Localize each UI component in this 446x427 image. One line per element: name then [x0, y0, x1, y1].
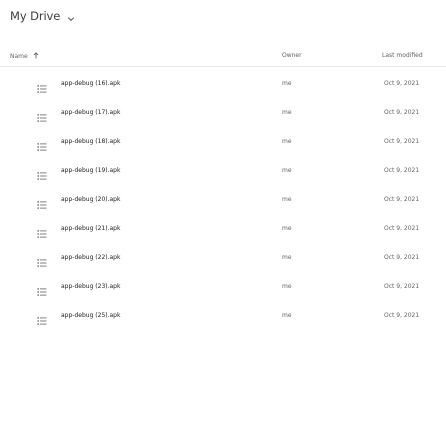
header-divider	[0, 66, 446, 67]
file-name: app-debug (21).apk	[61, 225, 121, 232]
file-list-icon	[37, 108, 47, 122]
file-last-modified: Oct 9, 2021	[384, 80, 420, 87]
file-last-modified: Oct 9, 2021	[384, 283, 420, 290]
file-row[interactable]: app-debug (20).apk me Oct 9, 2021	[0, 191, 446, 220]
file-name: app-debug (19).apk	[61, 167, 121, 174]
file-owner: me	[282, 283, 292, 290]
file-last-modified: Oct 9, 2021	[384, 225, 420, 232]
owner-column-header[interactable]: Owner	[282, 52, 302, 59]
chevron-down-icon	[67, 7, 75, 26]
file-list-icon	[37, 137, 47, 151]
file-last-modified: Oct 9, 2021	[384, 109, 420, 116]
file-list-icon	[37, 253, 47, 267]
file-row[interactable]: app-debug (22).apk me Oct 9, 2021	[0, 249, 446, 278]
file-row[interactable]: app-debug (16).apk me Oct 9, 2021	[0, 75, 446, 104]
file-list-icon	[37, 166, 47, 180]
file-row[interactable]: app-debug (19).apk me Oct 9, 2021	[0, 162, 446, 191]
file-last-modified: Oct 9, 2021	[384, 167, 420, 174]
drive-page: My Drive Name Owner Last modified app-de…	[0, 0, 446, 427]
file-last-modified: Oct 9, 2021	[384, 312, 420, 319]
file-list: app-debug (16).apk me Oct 9, 2021 app-de…	[0, 75, 446, 336]
file-owner: me	[282, 80, 292, 87]
file-name: app-debug (17).apk	[61, 109, 121, 116]
file-owner: me	[282, 138, 292, 145]
file-owner: me	[282, 225, 292, 232]
last-modified-column-header[interactable]: Last modified	[382, 52, 423, 59]
file-name: app-debug (16).apk	[61, 80, 121, 87]
file-owner: me	[282, 312, 292, 319]
file-owner: me	[282, 109, 292, 116]
file-row[interactable]: app-debug (17).apk me Oct 9, 2021	[0, 104, 446, 133]
file-owner: me	[282, 196, 292, 203]
file-list-icon	[37, 224, 47, 238]
my-drive-dropdown[interactable]: My Drive	[10, 6, 75, 26]
name-column-label: Name	[10, 53, 28, 60]
file-row[interactable]: app-debug (21).apk me Oct 9, 2021	[0, 220, 446, 249]
file-row[interactable]: app-debug (25).apk me Oct 9, 2021	[0, 307, 446, 336]
file-owner: me	[282, 254, 292, 261]
file-list-icon	[37, 282, 47, 296]
file-name: app-debug (23).apk	[61, 283, 121, 290]
file-row[interactable]: app-debug (23).apk me Oct 9, 2021	[0, 278, 446, 307]
file-last-modified: Oct 9, 2021	[384, 196, 420, 203]
file-last-modified: Oct 9, 2021	[384, 138, 420, 145]
file-name: app-debug (22).apk	[61, 254, 121, 261]
file-name: app-debug (25).apk	[61, 312, 121, 319]
file-owner: me	[282, 167, 292, 174]
file-row[interactable]: app-debug (18).apk me Oct 9, 2021	[0, 133, 446, 162]
file-list-icon	[37, 311, 47, 325]
file-last-modified: Oct 9, 2021	[384, 254, 420, 261]
page-title: My Drive	[10, 9, 61, 23]
arrow-up-icon[interactable]	[33, 52, 39, 61]
file-list-icon	[37, 195, 47, 209]
name-column-header[interactable]: Name	[10, 52, 39, 61]
file-name: app-debug (20).apk	[61, 196, 121, 203]
file-name: app-debug (18).apk	[61, 138, 121, 145]
file-list-icon	[37, 79, 47, 93]
